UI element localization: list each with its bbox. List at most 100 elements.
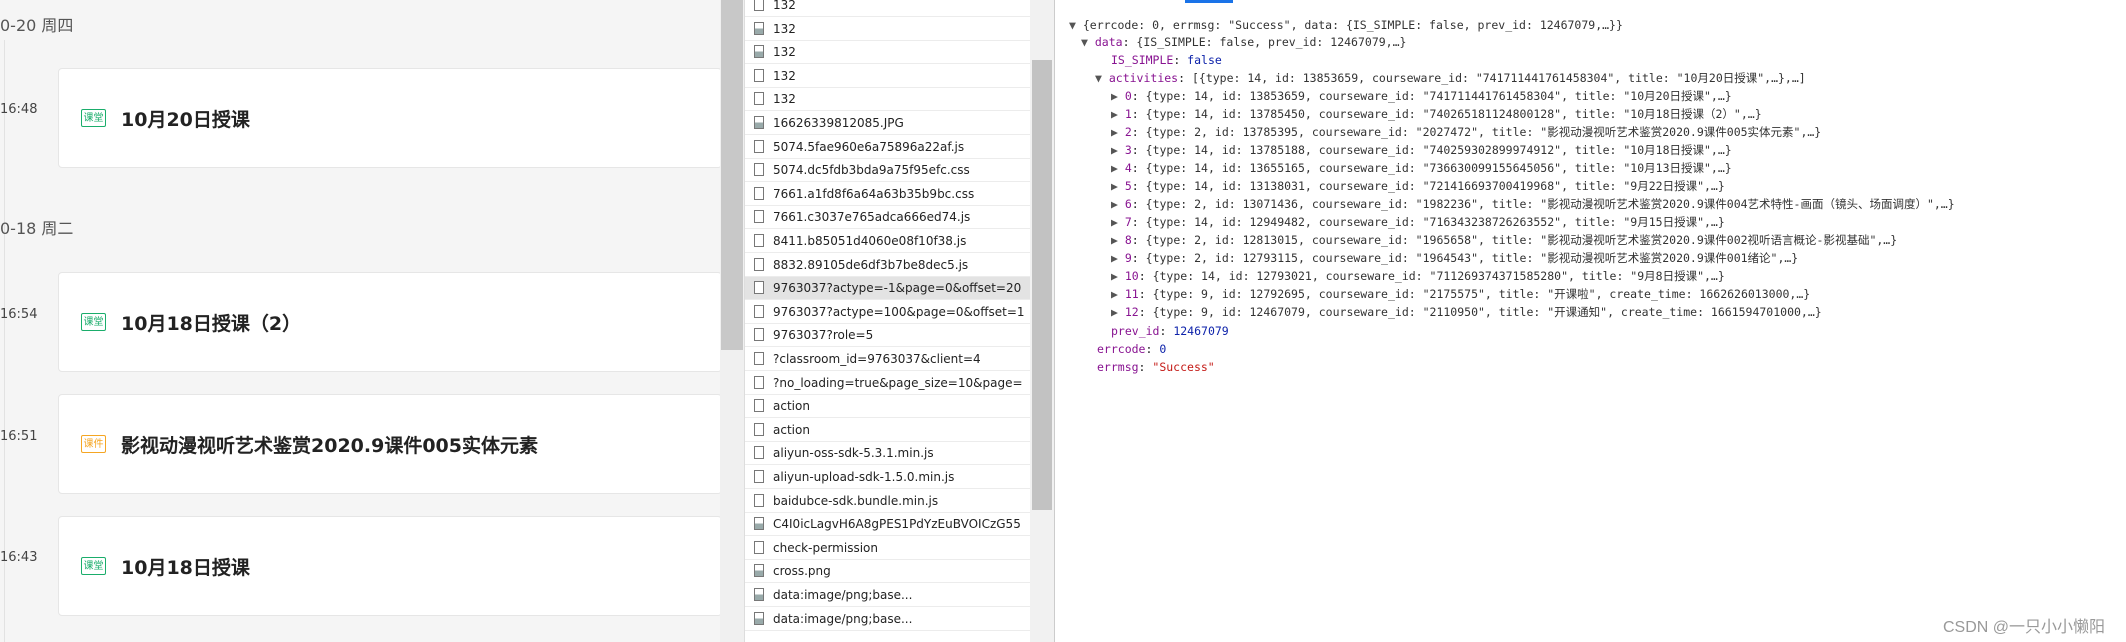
request-row[interactable]: data:image/png;base...	[745, 584, 1031, 607]
json-activity-item[interactable]: ▶ 3: {type: 14, id: 13785188, courseware…	[1111, 141, 1732, 159]
image-file-icon	[754, 588, 764, 601]
expand-arrow-icon[interactable]: ▶	[1111, 269, 1125, 283]
expand-arrow-icon[interactable]: ▼	[1069, 18, 1083, 32]
request-row[interactable]: ?classroom_id=9763037&client=4	[745, 348, 1031, 371]
json-activity-summary: {type: 14, id: 13785188, courseware_id: …	[1145, 143, 1732, 157]
request-row[interactable]: 132	[745, 41, 1031, 65]
request-row[interactable]: aliyun-oss-sdk-5.3.1.min.js	[745, 442, 1031, 466]
json-data-line[interactable]: ▼ data: {IS_SIMPLE: false, prev_id: 1246…	[1081, 33, 1406, 51]
file-icon	[754, 234, 764, 247]
json-activity-item[interactable]: ▶ 8: {type: 2, id: 12813015, courseware_…	[1111, 231, 1897, 249]
request-list-scrollbar[interactable]	[1030, 0, 1054, 642]
request-row[interactable]: cross.png	[745, 560, 1031, 584]
expand-arrow-icon[interactable]: ▶	[1111, 179, 1125, 193]
request-row[interactable]: 5074.5fae960e6a75896a22af.js	[745, 136, 1031, 159]
expand-arrow-icon[interactable]: ▼	[1081, 35, 1095, 49]
request-row[interactable]: aliyun-upload-sdk-1.5.0.min.js	[745, 466, 1031, 489]
request-row[interactable]: 132	[745, 65, 1031, 88]
request-row[interactable]: baidubce-sdk.bundle.min.js	[745, 490, 1031, 513]
json-root-summary: {errcode: 0, errmsg: "Success", data: {I…	[1082, 18, 1623, 32]
request-row[interactable]: action	[745, 419, 1031, 442]
request-name: 5074.dc5fdb3bda9a75f95efc.css	[773, 163, 970, 178]
expand-arrow-icon[interactable]: ▶	[1111, 197, 1125, 211]
scrollbar-thumb[interactable]	[721, 0, 743, 350]
request-name: 132	[773, 0, 796, 12]
json-activity-item[interactable]: ▶ 1: {type: 14, id: 13785450, courseware…	[1111, 105, 1762, 123]
json-activity-item[interactable]: ▶ 6: {type: 2, id: 13071436, courseware_…	[1111, 195, 1955, 213]
request-name: action	[773, 422, 810, 437]
request-row[interactable]: 9763037?role=5	[745, 324, 1031, 348]
expand-arrow-icon[interactable]: ▶	[1111, 287, 1125, 301]
json-key-data: data	[1094, 35, 1123, 49]
request-name: 132	[773, 45, 796, 60]
expand-arrow-icon[interactable]: ▶	[1111, 161, 1125, 175]
request-row[interactable]: 9763037?actype=-1&page=0&offset=20	[745, 277, 1031, 301]
json-activity-summary: {type: 14, id: 13853659, courseware_id: …	[1145, 89, 1732, 103]
expand-arrow-icon[interactable]: ▶	[1111, 107, 1125, 121]
request-row[interactable]: check-permission	[745, 537, 1031, 560]
json-activity-item[interactable]: ▶ 4: {type: 14, id: 13655165, courseware…	[1111, 159, 1732, 177]
request-row[interactable]: 16626339812085.JPG	[745, 112, 1031, 135]
file-icon	[754, 210, 764, 224]
scrollbar-thumb[interactable]	[1032, 60, 1052, 510]
request-row[interactable]: 7661.a1fd8f6a64a63b35b9bc.css	[745, 183, 1031, 206]
expand-arrow-icon[interactable]: ▶	[1111, 251, 1125, 265]
expand-arrow-icon[interactable]: ▶	[1111, 89, 1125, 103]
expand-arrow-icon[interactable]: ▶	[1111, 215, 1125, 229]
json-activity-item[interactable]: ▶ 7: {type: 14, id: 12949482, courseware…	[1111, 213, 1725, 231]
json-errcode-value: 0	[1159, 342, 1167, 356]
file-icon	[754, 446, 764, 460]
request-row[interactable]: 5074.dc5fdb3bda9a75f95efc.css	[745, 159, 1031, 183]
request-row[interactable]: 7661.c3037e765adca666ed74.js	[745, 206, 1031, 230]
request-name: 132	[773, 68, 796, 83]
request-name: check-permission	[773, 540, 878, 555]
request-name: 8411.b85051d4060e08f10f38.js	[773, 234, 967, 248]
json-activities-line[interactable]: ▼ activities: [{type: 14, id: 13853659, …	[1095, 69, 1806, 87]
lesson-title: 10月18日授课（2）	[121, 313, 302, 335]
image-file-icon	[754, 611, 764, 625]
json-activity-item[interactable]: ▶ 0: {type: 14, id: 13853659, courseware…	[1111, 87, 1732, 105]
request-name: baidubce-sdk.bundle.min.js	[773, 493, 939, 508]
request-row[interactable]: 8411.b85051d4060e08f10f38.js	[745, 230, 1031, 253]
request-name: data:image/png;base...	[773, 588, 913, 602]
json-activity-index: 5	[1124, 179, 1132, 193]
lesson-card[interactable]: 课堂 10月20日授课	[58, 68, 720, 168]
file-icon	[754, 422, 764, 436]
json-root-line[interactable]: ▼ {errcode: 0, errmsg: "Success", data: …	[1069, 16, 1623, 34]
json-data-summary: {IS_SIMPLE: false, prev_id: 12467079,…}	[1136, 35, 1407, 49]
expand-arrow-icon[interactable]: ▶	[1111, 233, 1125, 247]
request-row[interactable]: 132	[745, 88, 1031, 112]
request-row[interactable]: ?no_loading=true&page_size=10&page=	[745, 372, 1031, 395]
file-icon	[754, 352, 764, 365]
json-activity-item[interactable]: ▶ 9: {type: 2, id: 12793115, courseware_…	[1111, 249, 1798, 267]
lesson-card[interactable]: 课堂 10月18日授课（2）	[58, 272, 720, 372]
json-activity-summary: {type: 2, id: 12813015, courseware_id: "…	[1145, 233, 1898, 247]
request-row[interactable]: 9763037?actype=100&page=0&offset=1	[745, 301, 1031, 324]
file-icon	[754, 163, 764, 177]
json-activity-summary: {type: 14, id: 12793021, courseware_id: …	[1152, 269, 1725, 283]
lesson-card[interactable]: 课堂 10月18日授课	[58, 516, 720, 616]
request-row[interactable]: 132	[745, 18, 1031, 41]
json-activity-summary: {type: 9, id: 12467079, courseware_id: "…	[1152, 305, 1822, 319]
request-row[interactable]: data:image/png;base...	[745, 608, 1031, 631]
request-row[interactable]: action	[745, 395, 1031, 419]
json-activity-item[interactable]: ▶ 5: {type: 14, id: 13138031, courseware…	[1111, 177, 1725, 195]
expand-arrow-icon[interactable]: ▶	[1111, 305, 1125, 319]
json-activity-item[interactable]: ▶ 2: {type: 2, id: 13785395, courseware_…	[1111, 123, 1821, 141]
expand-arrow-icon[interactable]: ▶	[1111, 143, 1125, 157]
request-row[interactable]: 132	[745, 0, 1031, 17]
expand-arrow-icon[interactable]: ▼	[1095, 71, 1109, 85]
timeline-scrollbar[interactable]	[720, 0, 744, 642]
json-activity-summary: {type: 14, id: 12949482, courseware_id: …	[1145, 215, 1725, 229]
image-file-icon	[754, 116, 764, 129]
expand-arrow-icon[interactable]: ▶	[1111, 125, 1125, 139]
json-activity-item[interactable]: ▶ 10: {type: 14, id: 12793021, coursewar…	[1111, 267, 1725, 285]
json-activity-item[interactable]: ▶ 11: {type: 9, id: 12792695, courseware…	[1111, 285, 1810, 303]
json-activity-index: 10	[1124, 269, 1139, 283]
request-row[interactable]: 8832.89105de6df3b7be8dec5.js	[745, 254, 1031, 277]
json-activity-item[interactable]: ▶ 12: {type: 9, id: 12467079, courseware…	[1111, 303, 1822, 321]
network-request-list: 132 132 132 132 132 16626339812085.JPG 5074.5f…	[744, 0, 1031, 642]
watermark: CSDN @一只小小懒阳	[1942, 619, 2105, 636]
lesson-card[interactable]: 课件 影视动漫视听艺术鉴赏2020.9课件005实体元素	[58, 394, 720, 494]
request-row[interactable]: C4I0icLagvH6A8gPES1PdYzEuBVOICzG55	[745, 513, 1031, 537]
